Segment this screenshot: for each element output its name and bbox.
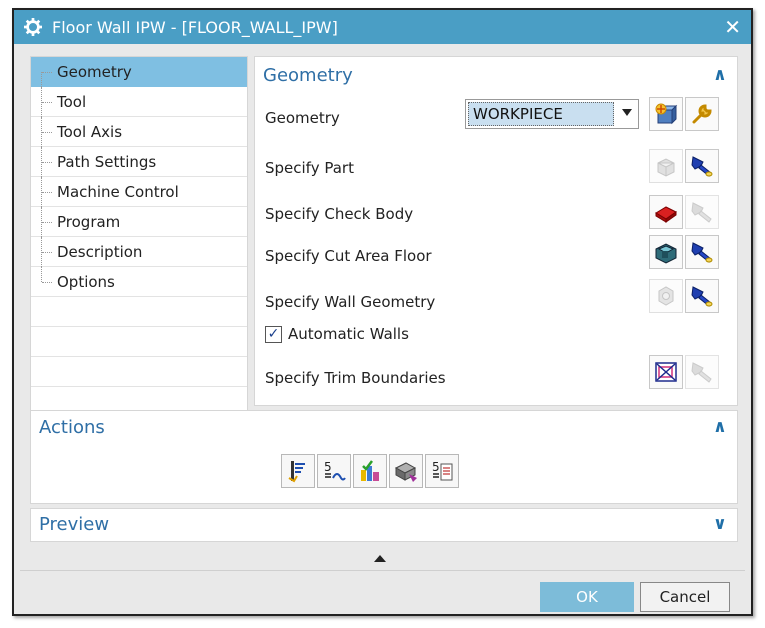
generate-button[interactable] [281, 454, 315, 488]
automatic-walls-label: Automatic Walls [288, 325, 409, 343]
geometry-label: Geometry [265, 109, 340, 127]
nav-item-label: Path Settings [57, 153, 157, 171]
nav-item-geometry[interactable]: Geometry [31, 57, 247, 87]
flashlight-icon [691, 286, 713, 307]
select-part-button[interactable] [649, 149, 683, 183]
wrench-icon [692, 104, 712, 124]
nav-item-label: Description [57, 243, 143, 261]
section-navigator: Geometry Tool Tool Axis Path Settings Ma… [30, 56, 248, 414]
nav-item-label: Tool Axis [57, 123, 123, 141]
flashlight-icon [691, 202, 712, 223]
collapse-chevron-up-icon[interactable]: ∧ [713, 417, 727, 437]
nav-item-label: Program [57, 213, 121, 231]
flashlight-icon [691, 156, 713, 177]
generate-toolpath-icon [288, 461, 305, 483]
ok-button[interactable]: OK [540, 582, 634, 612]
close-icon[interactable]: ✕ [724, 15, 741, 39]
report-icon: 5 [432, 460, 453, 481]
new-geometry-icon [655, 103, 678, 125]
flashlight-icon [691, 362, 712, 383]
actions-title: Actions [39, 417, 105, 438]
nav-empty-row [31, 297, 247, 327]
select-wall-geometry-button[interactable] [649, 279, 683, 313]
display-wall-geometry-button[interactable] [685, 279, 719, 313]
nav-item-label: Machine Control [57, 183, 179, 201]
nav-item-path-settings[interactable]: Path Settings [31, 147, 247, 177]
display-check-body-button [685, 195, 719, 229]
part-body-icon [657, 158, 675, 177]
nav-item-options[interactable]: Options [31, 267, 247, 297]
display-part-button[interactable] [685, 149, 719, 183]
nav-item-machine-control[interactable]: Machine Control [31, 177, 247, 207]
select-trim-boundaries-button[interactable] [649, 355, 683, 389]
specify-part-label: Specify Part [265, 159, 354, 177]
specify-trim-boundaries-label: Specify Trim Boundaries [265, 369, 446, 387]
automatic-walls-checkbox[interactable]: ✓ Automatic Walls [265, 325, 409, 343]
select-cut-area-floor-button[interactable] [649, 235, 683, 269]
new-geometry-button[interactable] [649, 97, 683, 131]
wall-geometry-icon [658, 286, 674, 306]
collapse-chevron-up-icon[interactable]: ∧ [713, 65, 727, 85]
specify-check-body-label: Specify Check Body [265, 205, 414, 223]
expand-chevron-down-icon[interactable]: ∨ [713, 514, 727, 534]
window-title: Floor Wall IPW - [FLOOR_WALL_IPW] [52, 17, 338, 37]
machine-tool-icon [394, 462, 417, 482]
nav-item-label: Tool [57, 93, 87, 111]
geometry-select[interactable]: WORKPIECE [465, 99, 639, 129]
checkmark-icon: ✓ [265, 325, 282, 343]
preview-title: Preview [39, 514, 110, 535]
actions-toolbar: 5 5 [281, 454, 459, 488]
preview-section[interactable]: Preview ∨ [30, 508, 738, 542]
replay-icon: 5 [324, 460, 346, 481]
select-check-body-button[interactable] [649, 195, 683, 229]
report-button[interactable]: 5 [425, 454, 459, 488]
divider [20, 570, 745, 571]
more-options-arrow-icon[interactable] [374, 555, 386, 562]
verify-icon [361, 460, 379, 481]
check-body-icon [655, 206, 677, 223]
svg-text:5: 5 [432, 460, 440, 474]
nav-empty-row [31, 357, 247, 387]
display-trim-boundaries-button [685, 355, 719, 389]
geometry-section-title: Geometry [263, 65, 353, 86]
actions-section: Actions ∧ 5 5 [30, 410, 738, 504]
verify-button[interactable] [353, 454, 387, 488]
flashlight-icon [691, 242, 713, 263]
dialog-window: Floor Wall IPW - [FLOOR_WALL_IPW] ✕ Geom… [12, 8, 753, 616]
nav-item-label: Options [57, 273, 115, 291]
cancel-button[interactable]: Cancel [640, 582, 730, 612]
nav-item-description[interactable]: Description [31, 237, 247, 267]
nav-item-tool-axis[interactable]: Tool Axis [31, 117, 247, 147]
display-cut-area-floor-button[interactable] [685, 235, 719, 269]
title-bar[interactable]: Floor Wall IPW - [FLOOR_WALL_IPW] ✕ [14, 10, 751, 44]
edit-geometry-button[interactable] [685, 97, 719, 131]
nav-item-label: Geometry [57, 63, 132, 81]
specify-wall-geometry-label: Specify Wall Geometry [265, 293, 436, 311]
dropdown-arrow-icon [622, 109, 632, 116]
trim-boundary-icon [655, 362, 677, 382]
specify-cut-area-floor-label: Specify Cut Area Floor [265, 247, 432, 265]
replay-button[interactable]: 5 [317, 454, 351, 488]
gear-icon [24, 18, 42, 36]
geometry-select-value: WORKPIECE [468, 102, 614, 126]
list-button[interactable] [389, 454, 423, 488]
nav-item-program[interactable]: Program [31, 207, 247, 237]
nav-item-tool[interactable]: Tool [31, 87, 247, 117]
geometry-panel: Geometry ∧ Geometry WORKPIECE Specify Pa… [254, 56, 738, 406]
floor-geometry-icon [655, 243, 677, 264]
svg-text:5: 5 [324, 460, 332, 474]
nav-empty-row [31, 327, 247, 357]
